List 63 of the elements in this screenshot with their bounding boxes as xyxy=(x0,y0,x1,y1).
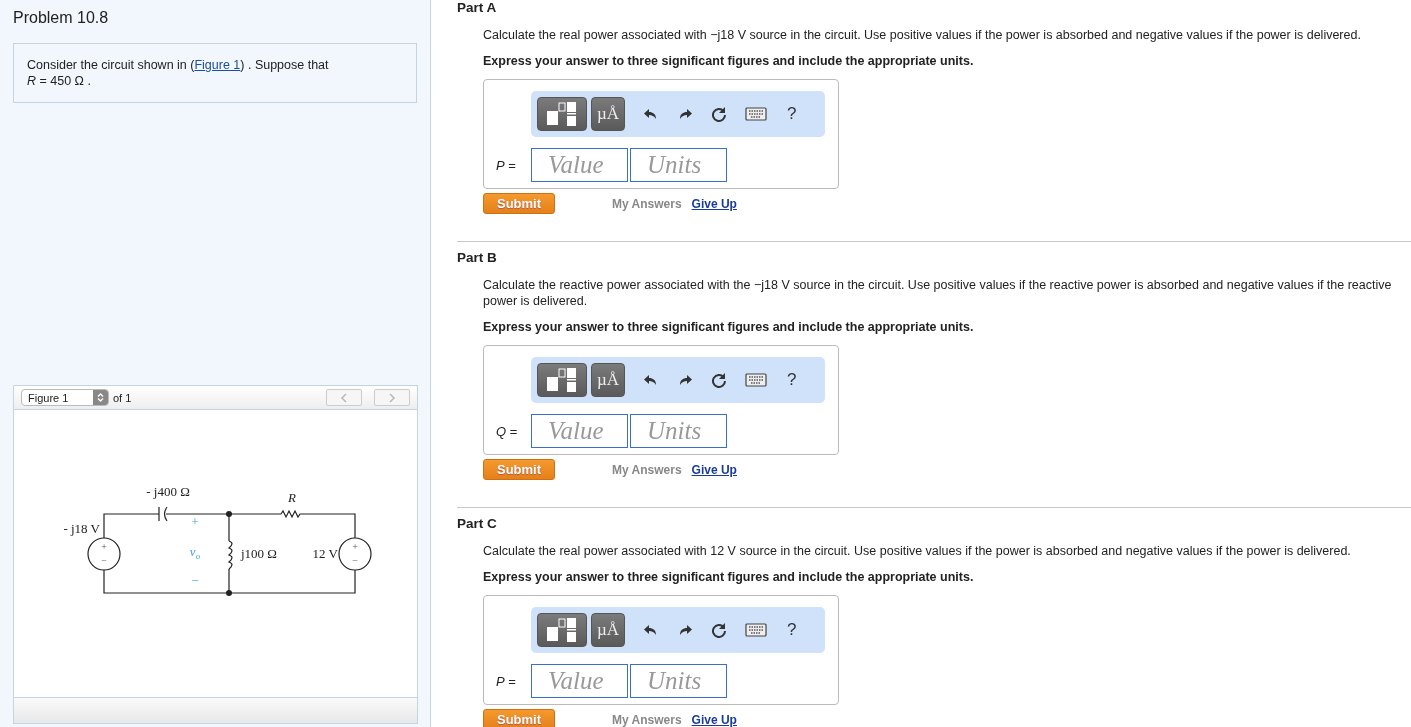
polarity-sign: − xyxy=(352,554,358,568)
template-icon xyxy=(545,101,579,127)
reset-icon[interactable] xyxy=(711,622,727,638)
resistance-value: R = 450 Ω . xyxy=(27,73,92,89)
voltage-label: v$_{o}$ xyxy=(189,544,201,564)
polarity-sign: − xyxy=(101,554,107,568)
submit-button[interactable]: Submit xyxy=(483,709,555,727)
help-button[interactable]: ? xyxy=(787,370,797,390)
template-button[interactable] xyxy=(537,363,587,397)
submit-button[interactable]: Submit xyxy=(483,193,555,214)
polarity-sign: + xyxy=(191,515,199,529)
units-button[interactable]: µÅ xyxy=(591,613,625,647)
give-up-link[interactable]: Give Up xyxy=(691,712,737,727)
units-field[interactable]: Units xyxy=(630,148,727,182)
polarity-sign: − xyxy=(191,574,199,588)
resistor-label: R xyxy=(288,491,296,505)
template-button[interactable] xyxy=(537,97,587,131)
value-field[interactable]: Value xyxy=(531,414,628,448)
my-answers-link[interactable]: My Answers xyxy=(612,462,682,477)
question-text: Calculate the real power associated with 12 V source in the circuit. Use positive values if the power is absorbed and negative values if the power is delivered. xyxy=(483,543,1352,559)
source-label: - j18 V xyxy=(63,522,100,536)
my-answers-link[interactable]: My Answers xyxy=(612,712,682,727)
my-answers-link[interactable]: My Answers xyxy=(612,196,682,211)
capacitor-label: - j400 Ω xyxy=(146,485,190,499)
figure-count: of 1 xyxy=(113,391,132,404)
spinner-icon xyxy=(97,392,104,403)
units-field[interactable]: Units xyxy=(630,414,727,448)
help-button[interactable]: ? xyxy=(787,104,797,124)
units-button[interactable]: µÅ xyxy=(591,97,625,131)
polarity-sign: + xyxy=(101,540,107,554)
template-button[interactable] xyxy=(537,613,587,647)
variable-label: Q = xyxy=(496,423,519,439)
value-field[interactable]: Value xyxy=(531,664,628,698)
keyboard-icon[interactable] xyxy=(745,107,767,121)
units-button[interactable]: µÅ xyxy=(591,363,625,397)
keyboard-icon[interactable] xyxy=(745,623,767,637)
instruction-text: Express your answer to three significant figures and include the appropriate units. xyxy=(483,319,975,335)
question-text: Calculate the real power associated with −j18 V source in the circuit. Use positive values if the power is absorbed and negative values if the power is delivered. xyxy=(483,27,1362,43)
instruction-text: Express your answer to three significant figures and include the appropriate units. xyxy=(483,569,975,585)
give-up-link[interactable]: Give Up xyxy=(691,196,737,211)
submit-button[interactable]: Submit xyxy=(483,459,555,480)
problem-statement: Consider the circuit shown in (Figure 1) . Suppose that xyxy=(27,57,330,73)
units-field[interactable]: Units xyxy=(630,664,727,698)
part-title: Part A xyxy=(457,0,498,16)
variable-label: P = xyxy=(496,673,517,689)
give-up-link[interactable]: Give Up xyxy=(691,462,737,477)
reset-icon[interactable] xyxy=(711,106,727,122)
template-icon xyxy=(545,617,579,643)
instruction-text: Express your answer to three significant figures and include the appropriate units. xyxy=(483,53,975,69)
help-button[interactable]: ? xyxy=(787,620,797,640)
question-text: Calculate the reactive power associated with the −j18 V source in the circuit. Use positive values if the reactive power is absorbed and negative values if the reactive power is delivered. xyxy=(483,277,1393,309)
part-title: Part C xyxy=(457,516,498,532)
source-label: 12 V xyxy=(312,547,338,561)
variable-label: P = xyxy=(496,157,517,173)
figure-selector[interactable]: Figure 1 xyxy=(21,389,109,406)
problem-title: Problem 10.8 xyxy=(13,8,110,28)
reset-icon[interactable] xyxy=(711,372,727,388)
inductor-label: j100 Ω xyxy=(241,547,278,561)
keyboard-icon[interactable] xyxy=(745,373,767,387)
polarity-sign: + xyxy=(352,540,358,554)
value-field[interactable]: Value xyxy=(531,148,628,182)
part-title: Part B xyxy=(457,250,498,266)
template-icon xyxy=(545,367,579,393)
